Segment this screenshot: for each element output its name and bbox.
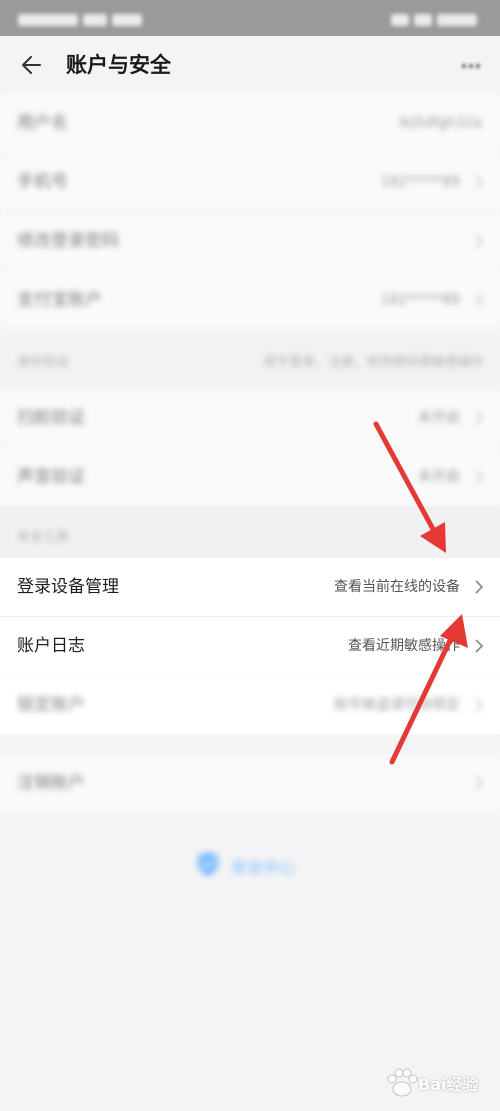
more-icon[interactable] <box>460 56 482 76</box>
chevron-right-icon <box>475 470 484 484</box>
row-label: 修改登录密码 <box>17 231 119 251</box>
row-cancel-account[interactable]: 注销账户 <box>0 754 500 812</box>
tools-group: 登录设备管理 查看当前在线的设备 账户日志 查看近期敏感操作 锁定账户 账号被盗… <box>0 558 500 734</box>
row-device-management[interactable]: 登录设备管理 查看当前在线的设备 <box>0 558 500 616</box>
row-lock-account[interactable]: 锁定账户 账号被盗请尽快锁定 <box>0 675 500 734</box>
back-arrow-icon[interactable] <box>18 51 46 79</box>
row-value: 未开启 <box>418 469 460 485</box>
chevron-right-icon <box>475 776 484 790</box>
section-header-verify: 身份验证 用于登录、注册、修改密码等敏感操作 <box>0 329 500 389</box>
baidu-jingyan-watermark: Bai经验 <box>382 1063 478 1103</box>
spacer <box>0 734 500 754</box>
chevron-right-icon <box>475 175 484 189</box>
chevron-right-icon <box>475 639 484 653</box>
row-label: 注销账户 <box>17 773 85 793</box>
row-value: 查看当前在线的设备 <box>334 579 460 595</box>
row-value: 未开启 <box>418 410 460 426</box>
row-label: 支付宝账户 <box>17 290 102 310</box>
row-value: 查看近期敏感操作 <box>348 638 460 654</box>
row-value: 账号被盗请尽快锁定 <box>334 697 460 713</box>
row-face-verify[interactable]: 扫脸验证 未开启 <box>0 389 500 447</box>
row-label: 手机号 <box>17 172 68 192</box>
watermark-text: Bai经验 <box>418 1075 479 1094</box>
row-voice-verify[interactable]: 声音验证 未开启 <box>0 447 500 506</box>
security-center-logo: 安全中心 <box>195 848 315 882</box>
paw-icon <box>387 1068 418 1097</box>
chevron-right-icon <box>475 580 484 594</box>
account-info-group: 用户名 lkj5dfgh32a 手机号 182*****89 修改登录密码 支付… <box>0 94 500 329</box>
row-label: 声音验证 <box>17 467 85 487</box>
row-username[interactable]: 用户名 lkj5dfgh32a <box>0 94 500 152</box>
section-value: 用于登录、注册、修改密码等敏感操作 <box>262 355 484 370</box>
shield-icon <box>198 852 218 876</box>
security-center-label: 安全中心 <box>231 858 296 877</box>
row-alipay[interactable]: 支付宝账户 182*****89 <box>0 270 500 329</box>
section-label: 安全工具 <box>17 530 70 545</box>
chevron-right-icon <box>475 293 484 307</box>
row-label: 锁定账户 <box>17 695 85 715</box>
row-label: 扫脸验证 <box>17 408 85 428</box>
row-value: lkj5dfgh32a <box>399 115 482 131</box>
chevron-right-icon <box>475 411 484 425</box>
row-label: 用户名 <box>17 113 68 133</box>
cancel-group: 注销账户 <box>0 754 500 812</box>
verify-group: 扫脸验证 未开启 声音验证 未开启 <box>0 389 500 506</box>
row-account-log[interactable]: 账户日志 查看近期敏感操作 <box>0 616 500 675</box>
status-bar-left <box>18 9 178 27</box>
row-label: 账户日志 <box>17 636 85 656</box>
row-phone[interactable]: 手机号 182*****89 <box>0 152 500 211</box>
row-label: 登录设备管理 <box>17 577 119 597</box>
page-title: 账户与安全 <box>66 53 171 77</box>
row-value: 182*****89 <box>380 292 460 308</box>
chevron-right-icon <box>475 234 484 248</box>
status-bar-right <box>362 9 482 27</box>
row-change-password[interactable]: 修改登录密码 <box>0 211 500 270</box>
nav-bar: 账户与安全 <box>0 36 500 94</box>
status-bar <box>0 0 500 36</box>
chevron-right-icon <box>475 698 484 712</box>
row-value: 182*****89 <box>380 174 460 190</box>
section-label: 身份验证 <box>17 355 70 370</box>
section-header-tools: 安全工具 <box>0 506 500 558</box>
